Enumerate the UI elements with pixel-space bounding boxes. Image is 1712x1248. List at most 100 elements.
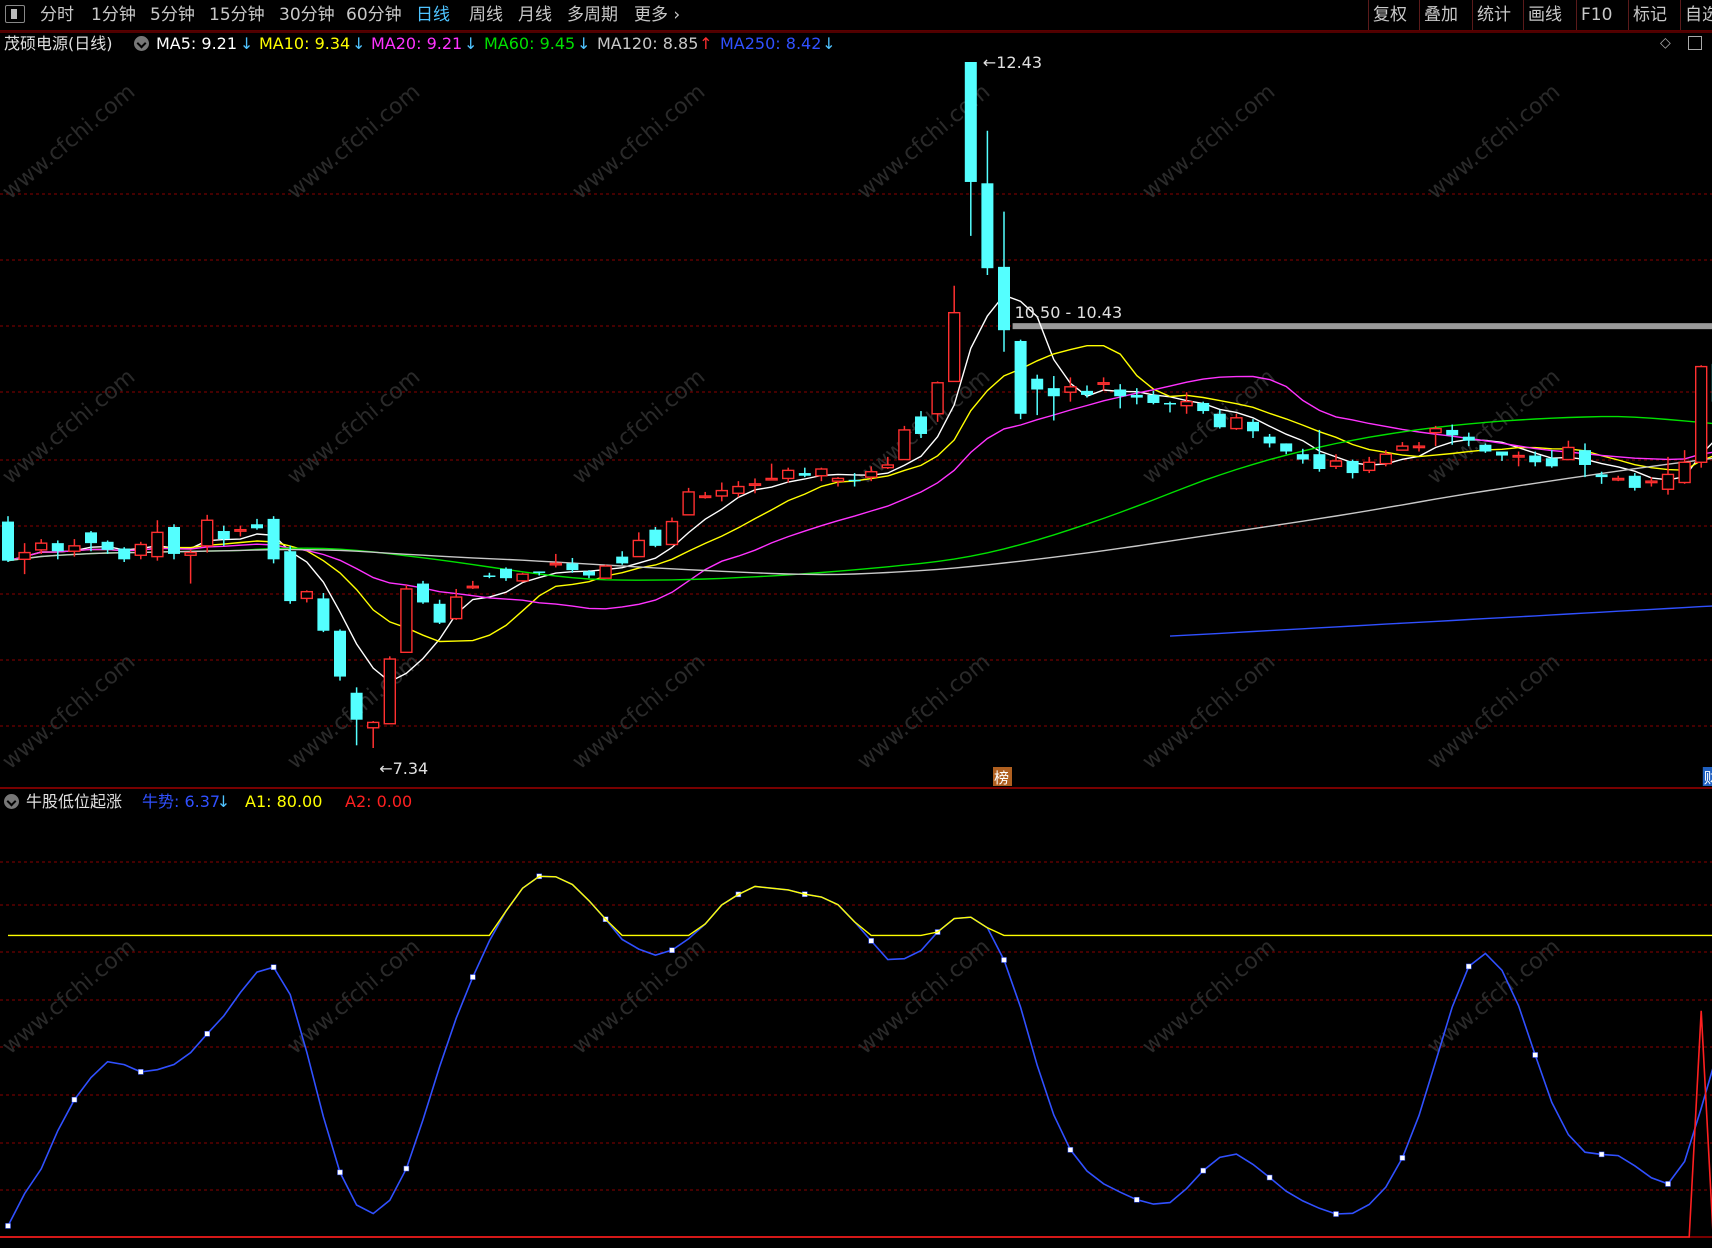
candle[interactable] <box>815 467 828 482</box>
candle[interactable] <box>284 545 297 604</box>
candle[interactable] <box>234 525 247 537</box>
collapse-indicator-icon[interactable] <box>4 794 19 809</box>
candle[interactable] <box>466 580 479 589</box>
candle[interactable] <box>433 599 446 625</box>
action-button[interactable]: 叠加 <box>1424 3 1458 27</box>
menu-icon[interactable] <box>5 5 25 23</box>
candle[interactable] <box>317 593 330 633</box>
tab-period[interactable]: 分时 <box>40 3 74 27</box>
candle[interactable] <box>367 721 380 748</box>
action-button[interactable]: F10 <box>1581 3 1612 27</box>
candle[interactable] <box>217 525 230 546</box>
action-button[interactable]: 统计 <box>1477 3 1511 27</box>
candle[interactable] <box>1114 384 1127 409</box>
candle[interactable] <box>1313 429 1326 472</box>
candle[interactable] <box>1064 377 1077 402</box>
candle[interactable] <box>549 553 562 568</box>
action-button[interactable]: 自选 <box>1685 3 1712 27</box>
candle[interactable] <box>500 567 512 581</box>
candle[interactable] <box>1579 443 1591 478</box>
candle[interactable] <box>998 211 1010 352</box>
candle[interactable] <box>400 584 413 654</box>
candle[interactable] <box>1479 443 1492 453</box>
window-toggle-icon[interactable] <box>1688 36 1702 50</box>
candle[interactable] <box>483 572 496 579</box>
candle[interactable] <box>350 687 363 746</box>
candle[interactable] <box>417 580 429 604</box>
candle[interactable] <box>1412 442 1426 452</box>
candle[interactable] <box>616 551 629 565</box>
candle[interactable] <box>1661 456 1675 495</box>
candle[interactable] <box>2 516 14 563</box>
candle[interactable] <box>1263 433 1276 448</box>
candle[interactable] <box>1164 401 1176 413</box>
candle[interactable] <box>151 520 164 561</box>
candle[interactable] <box>1014 339 1027 420</box>
candle[interactable] <box>964 62 977 236</box>
candle[interactable] <box>765 463 778 481</box>
candle[interactable] <box>168 524 180 560</box>
tab-period[interactable]: 多周期 <box>567 3 618 27</box>
candle[interactable] <box>1296 448 1309 464</box>
candle[interactable] <box>898 425 911 461</box>
tab-period[interactable]: 更多 › <box>634 3 680 27</box>
tab-period[interactable]: 周线 <box>469 3 503 27</box>
tab-period[interactable]: 60分钟 <box>346 3 402 27</box>
collapse-icon[interactable] <box>134 36 149 51</box>
candle[interactable] <box>1329 454 1343 470</box>
candle[interactable] <box>383 656 396 725</box>
candle[interactable] <box>981 130 994 275</box>
candle[interactable] <box>516 572 529 583</box>
candle[interactable] <box>1081 385 1093 398</box>
action-button[interactable]: 画线 <box>1528 3 1562 27</box>
candle[interactable] <box>831 477 845 487</box>
candle[interactable] <box>1097 377 1110 391</box>
candle[interactable] <box>334 629 346 681</box>
tab-period[interactable]: 30分钟 <box>279 3 335 27</box>
candle[interactable] <box>1147 390 1160 405</box>
candle[interactable] <box>1512 451 1525 467</box>
tab-period[interactable]: 日线 <box>416 3 450 27</box>
candle[interactable] <box>665 517 679 546</box>
action-button[interactable]: 复权 <box>1373 3 1407 27</box>
candle[interactable] <box>184 549 197 584</box>
candle[interactable] <box>267 516 280 564</box>
candle[interactable] <box>1346 459 1359 479</box>
candle[interactable] <box>1694 365 1708 468</box>
candle[interactable] <box>1562 440 1575 461</box>
tab-period[interactable]: 1分钟 <box>91 3 136 27</box>
candle[interactable] <box>1130 388 1143 405</box>
candle[interactable] <box>1280 443 1293 455</box>
candle[interactable] <box>1031 374 1044 416</box>
candle[interactable] <box>1678 450 1691 484</box>
candle[interactable] <box>101 540 114 554</box>
candle[interactable] <box>18 543 31 575</box>
candle[interactable] <box>251 518 263 530</box>
candle[interactable] <box>118 547 131 563</box>
candle[interactable] <box>682 487 695 516</box>
candle[interactable] <box>699 491 712 499</box>
tab-period[interactable]: 月线 <box>518 3 552 27</box>
tab-period[interactable]: 15分钟 <box>209 3 265 27</box>
candle[interactable] <box>1429 425 1442 447</box>
candle[interactable] <box>1362 456 1376 474</box>
candle[interactable] <box>1611 475 1625 482</box>
candle[interactable] <box>566 557 579 573</box>
candle[interactable] <box>1396 442 1409 451</box>
candle[interactable] <box>51 540 64 560</box>
candle[interactable] <box>1628 473 1641 491</box>
tab-period[interactable]: 5分钟 <box>150 3 195 27</box>
candle[interactable] <box>715 482 728 502</box>
candle[interactable] <box>1247 419 1259 439</box>
candle[interactable] <box>1545 450 1558 468</box>
action-button[interactable]: 标记 <box>1633 3 1667 27</box>
candle[interactable] <box>134 541 148 560</box>
candle[interactable] <box>948 285 961 383</box>
candle[interactable] <box>632 532 645 558</box>
candle[interactable] <box>798 467 811 478</box>
candle[interactable] <box>300 590 313 603</box>
candle[interactable] <box>782 467 795 483</box>
candle[interactable] <box>649 526 662 548</box>
candle[interactable] <box>599 564 612 579</box>
diamond-icon[interactable]: ◇ <box>1660 35 1671 51</box>
